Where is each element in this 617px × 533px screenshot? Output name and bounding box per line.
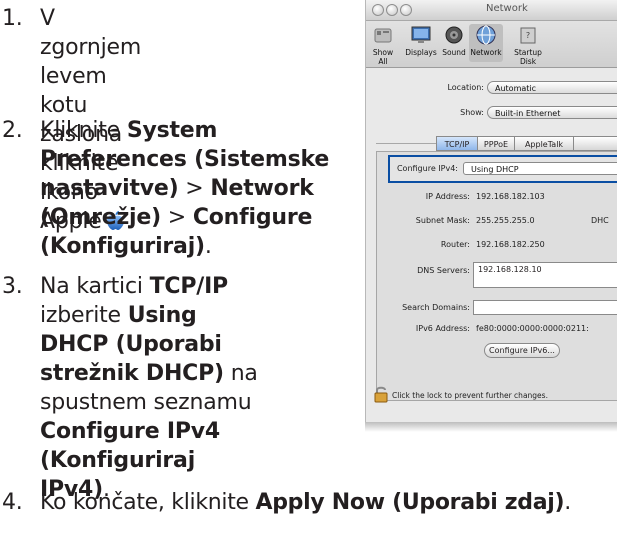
- minimize-window-button[interactable]: [386, 4, 398, 16]
- configure-ipv4-select[interactable]: Using DHCP: [463, 162, 617, 175]
- step-3-na-kartici: Na kartici: [40, 274, 143, 299]
- close-window-button[interactable]: [372, 4, 384, 16]
- toolbar-sound[interactable]: Sound: [440, 24, 468, 57]
- lock-text: Click the lock to prevent further change…: [392, 391, 548, 400]
- tab-tcpip[interactable]: TCP/IP: [436, 136, 478, 151]
- router-label: Router:: [440, 240, 470, 249]
- step-4-text: Ko končate, kliknite: [40, 490, 249, 515]
- toolbar-displays[interactable]: Displays: [404, 24, 438, 57]
- dhcp-client-id-label: DHC: [591, 216, 609, 225]
- step-4: 4. Ko končate, kliknite Apply Now (Uporab…: [2, 488, 571, 517]
- title-bar: Network: [366, 0, 617, 21]
- ipv6-address-label: IPv6 Address:: [415, 324, 470, 333]
- location-value: Automatic: [495, 84, 537, 93]
- svg-text:?: ?: [526, 31, 530, 40]
- displays-icon: [410, 24, 432, 46]
- tab-appletalk[interactable]: AppleTalk: [514, 136, 574, 151]
- step-number: 2.: [2, 118, 23, 143]
- toolbar-label: Show All: [372, 48, 394, 66]
- show-select[interactable]: Built-in Ethernet: [487, 106, 617, 119]
- dns-servers-value: 192.168.128.10: [478, 265, 542, 274]
- network-preferences-window: Network Show All Displays Sound Network …: [365, 0, 617, 422]
- startup-disk-icon: ?: [517, 24, 539, 46]
- tab-pppoe[interactable]: PPPoE: [477, 136, 515, 151]
- location-label: Location:: [447, 83, 484, 92]
- configure-ipv6-button[interactable]: Configure IPv6...: [484, 343, 560, 358]
- lock-icon[interactable]: [373, 385, 389, 403]
- window-shadow: [365, 422, 617, 432]
- search-domains-label: Search Domains:: [402, 303, 470, 312]
- location-select[interactable]: Automatic: [487, 81, 617, 94]
- toolbar-network[interactable]: Network: [469, 24, 503, 62]
- toolbar: Show All Displays Sound Network ? Startu…: [366, 21, 617, 68]
- ip-address-value: 192.168.182.103: [476, 192, 545, 201]
- toolbar-label: Network: [470, 48, 502, 57]
- ipv6-address-value: fe80:0000:0000:0000:0211:: [476, 324, 589, 333]
- dns-servers-label: DNS Servers:: [417, 266, 470, 275]
- apply-now-label: Apply Now (Uporabi zdaj): [255, 490, 565, 515]
- toolbar-label: Startup Disk: [514, 48, 542, 66]
- sound-icon: [443, 24, 465, 46]
- period: .: [564, 490, 571, 515]
- step-1-line-1: V zgornjem levem kotu: [40, 6, 142, 118]
- network-icon: [475, 24, 497, 46]
- toolbar-label: Displays: [405, 48, 437, 57]
- show-all-icon: [372, 24, 394, 46]
- search-domains-input[interactable]: [473, 300, 617, 315]
- period: .: [204, 234, 212, 259]
- step-2-kliknite: Kliknite: [40, 118, 121, 143]
- toolbar-startup-disk[interactable]: ? Startup Disk: [505, 24, 551, 66]
- step-number: 3.: [2, 274, 23, 299]
- subnet-mask-value: 255.255.255.0: [476, 216, 535, 225]
- tcpip-label: TCP/IP: [149, 274, 229, 299]
- configure-ipv4-field-label: Configure IPv4:: [396, 164, 458, 173]
- show-label: Show:: [460, 108, 484, 117]
- window-title: Network: [486, 3, 528, 14]
- configure-ipv4-value: Using DHCP: [471, 165, 519, 174]
- step-3-izberite: izberite: [40, 303, 121, 328]
- zoom-window-button[interactable]: [400, 4, 412, 16]
- step-number: 1.: [2, 6, 23, 31]
- subnet-mask-label: Subnet Mask:: [415, 216, 470, 225]
- show-value: Built-in Ethernet: [495, 109, 561, 118]
- step-number: 4.: [2, 490, 23, 515]
- separator: >: [185, 176, 204, 201]
- router-value: 192.168.182.250: [476, 240, 545, 249]
- dns-servers-input[interactable]: 192.168.128.10: [473, 262, 617, 288]
- toolbar-label: Sound: [442, 48, 466, 57]
- ip-address-label: IP Address:: [425, 192, 470, 201]
- configure-ipv4-highlight: Configure IPv4: Using DHCP: [388, 155, 617, 183]
- tab-more[interactable]: [573, 136, 617, 151]
- toolbar-show-all[interactable]: Show All: [368, 24, 398, 66]
- separator: >: [167, 205, 187, 230]
